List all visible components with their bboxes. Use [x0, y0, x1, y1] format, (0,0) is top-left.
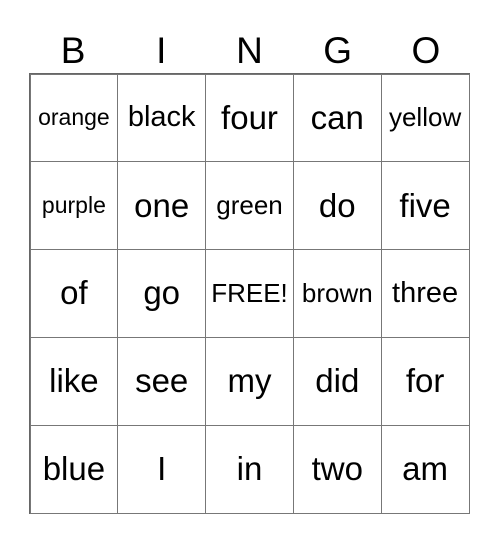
bingo-cell: like: [29, 336, 119, 426]
bingo-header: B I N G O: [29, 28, 470, 73]
bingo-cell: three: [380, 249, 470, 338]
bingo-cell: blue: [29, 424, 119, 514]
bingo-cell: purple: [29, 161, 119, 251]
bingo-cell: five: [380, 161, 470, 251]
bingo-cell: one: [117, 161, 207, 251]
bingo-cell: two: [292, 424, 382, 514]
bingo-cell: can: [292, 73, 382, 163]
header-letter-n: N: [236, 30, 263, 71]
header-letter-i: I: [156, 30, 167, 71]
bingo-cell: green: [205, 161, 294, 251]
bingo-cell: of: [29, 249, 119, 338]
bingo-cell: my: [205, 336, 294, 426]
bingo-cell: black: [117, 73, 207, 163]
bingo-cell: go: [117, 249, 207, 338]
bingo-cell: did: [292, 336, 382, 426]
bingo-cell: am: [380, 424, 470, 514]
bingo-cell: in: [205, 424, 294, 514]
free-space: FREE!: [205, 249, 294, 338]
bingo-cell: yellow: [380, 73, 470, 163]
bingo-cell: see: [117, 336, 207, 426]
bingo-cell: four: [205, 73, 294, 163]
bingo-grid: orange black four can yellow purple one …: [29, 73, 470, 514]
header-letter-o: O: [411, 30, 441, 71]
bingo-cell: I: [117, 424, 207, 514]
header-letter-g: G: [323, 30, 353, 71]
header-letter-b: B: [60, 30, 86, 71]
bingo-cell: orange: [29, 73, 119, 163]
bingo-cell: for: [380, 336, 470, 426]
bingo-cell: do: [292, 161, 382, 251]
bingo-cell: brown: [292, 249, 382, 338]
